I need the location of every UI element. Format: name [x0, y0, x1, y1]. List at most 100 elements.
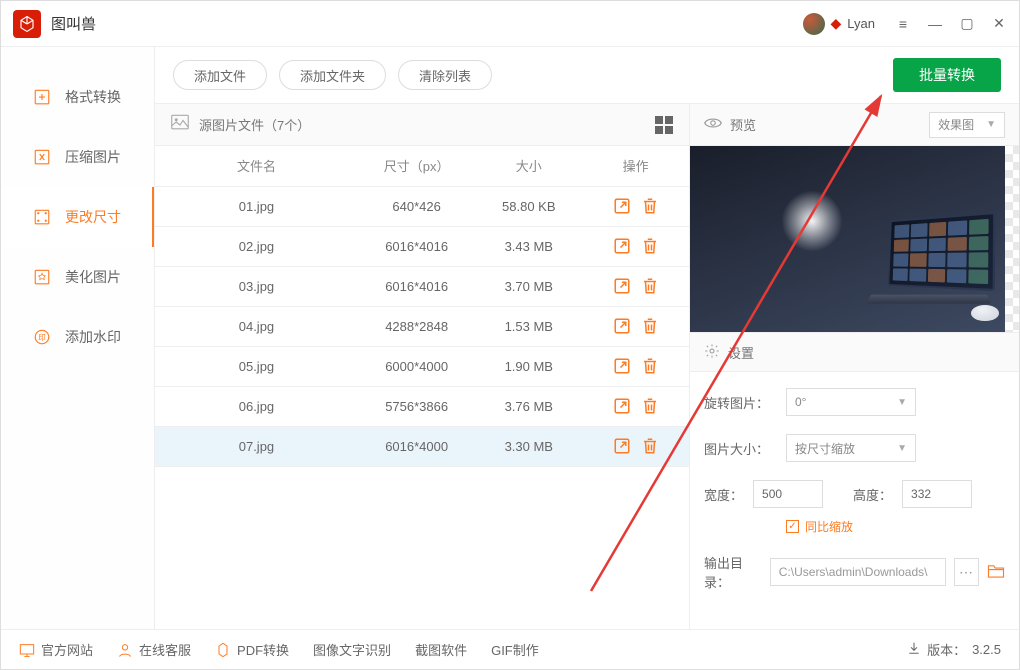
- body: 格式转换 压缩图片 更改尺寸 美化图片 印 添加水印 添加文件: [1, 47, 1019, 629]
- col-actions: 操作: [582, 146, 689, 186]
- minimize-button[interactable]: —: [927, 16, 943, 32]
- version-label: 版本：: [927, 640, 966, 659]
- delete-icon[interactable]: [641, 357, 659, 375]
- gear-icon: [704, 343, 720, 362]
- open-folder-button[interactable]: [987, 563, 1005, 582]
- cell-dimensions: 5756*3866: [358, 386, 475, 426]
- export-icon[interactable]: [613, 237, 631, 255]
- keep-ratio-checkbox[interactable]: ✓: [786, 520, 799, 533]
- cell-dimensions: 640*426: [358, 186, 475, 226]
- rotate-select[interactable]: 0° ▼: [786, 388, 916, 416]
- cell-actions: [582, 266, 689, 306]
- eye-icon: [704, 116, 722, 133]
- export-icon[interactable]: [613, 397, 631, 415]
- download-icon: [907, 641, 921, 658]
- cell-dimensions: 6016*4016: [358, 266, 475, 306]
- file-panel: 源图片文件（7个） 文件名 尺寸（px） 大小 操作 01.jpg: [155, 103, 689, 629]
- width-label: 宽度：: [704, 485, 743, 504]
- nav-label: 添加水印: [65, 327, 121, 347]
- cell-size: 3.30 MB: [475, 426, 582, 466]
- clear-list-button[interactable]: 清除列表: [398, 60, 492, 90]
- cell-size: 58.80 KB: [475, 186, 582, 226]
- cell-filename: 02.jpg: [155, 226, 358, 266]
- settings-title: 设置: [728, 343, 754, 362]
- sidebar: 格式转换 压缩图片 更改尺寸 美化图片 印 添加水印: [1, 47, 155, 629]
- keep-ratio-label: 同比缩放: [805, 518, 853, 535]
- nav-label: 更改尺寸: [65, 207, 121, 227]
- footer-support[interactable]: 在线客服: [117, 640, 191, 659]
- size-mode-label: 图片大小：: [704, 439, 776, 458]
- footer-pdf[interactable]: PDF转换: [215, 640, 289, 659]
- file-list-header: 源图片文件（7个）: [155, 104, 689, 146]
- app-window: 图叫兽 ◆ Lyan ≡ — ▢ ✕ 格式转换 压缩图片 更改尺寸: [0, 0, 1020, 670]
- delete-icon[interactable]: [641, 277, 659, 295]
- preview-mouse: [971, 305, 999, 321]
- window-controls: ≡ — ▢ ✕: [895, 16, 1007, 32]
- maximize-button[interactable]: ▢: [959, 16, 975, 32]
- col-size: 大小: [475, 146, 582, 186]
- version-area: 版本： 3.2.5: [907, 640, 1001, 659]
- footer-screenshot[interactable]: 截图软件: [415, 640, 467, 659]
- cell-actions: [582, 186, 689, 226]
- export-icon[interactable]: [613, 197, 631, 215]
- footer-official-site[interactable]: 官方网站: [19, 640, 93, 659]
- beautify-icon: [33, 268, 51, 286]
- table-row[interactable]: 03.jpg6016*40163.70 MB: [155, 266, 689, 306]
- menu-button[interactable]: ≡: [895, 16, 911, 32]
- nav-format-convert[interactable]: 格式转换: [1, 67, 154, 127]
- image-icon: [171, 114, 189, 135]
- footer-gif[interactable]: GIF制作: [491, 640, 539, 659]
- delete-icon[interactable]: [641, 437, 659, 455]
- height-label: 高度：: [853, 485, 892, 504]
- settings-header: 设置: [690, 332, 1019, 372]
- username: Lyan: [847, 16, 875, 31]
- table-row[interactable]: 06.jpg5756*38663.76 MB: [155, 386, 689, 426]
- footer-ocr[interactable]: 图像文字识别: [313, 640, 391, 659]
- preview-mode-select[interactable]: 效果图 ▼: [929, 112, 1005, 138]
- export-icon[interactable]: [613, 317, 631, 335]
- keep-ratio-row[interactable]: ✓ 同比缩放: [704, 518, 1005, 535]
- dimensions-row: 宽度： 高度：: [704, 480, 1005, 508]
- width-input[interactable]: [753, 480, 823, 508]
- output-path-input[interactable]: [770, 558, 946, 586]
- cell-filename: 04.jpg: [155, 306, 358, 346]
- nav-resize[interactable]: 更改尺寸: [1, 187, 154, 247]
- batch-convert-button[interactable]: 批量转换: [893, 58, 1001, 92]
- nav-beautify[interactable]: 美化图片: [1, 247, 154, 307]
- content: 源图片文件（7个） 文件名 尺寸（px） 大小 操作 01.jpg: [155, 103, 1019, 629]
- add-file-button[interactable]: 添加文件: [173, 60, 267, 90]
- table-row[interactable]: 05.jpg6000*40001.90 MB: [155, 346, 689, 386]
- format-icon: [33, 88, 51, 106]
- cell-size: 3.76 MB: [475, 386, 582, 426]
- table-row[interactable]: 01.jpg640*42658.80 KB: [155, 186, 689, 226]
- nav-watermark[interactable]: 印 添加水印: [1, 307, 154, 367]
- delete-icon[interactable]: [641, 317, 659, 335]
- delete-icon[interactable]: [641, 397, 659, 415]
- cell-dimensions: 4288*2848: [358, 306, 475, 346]
- height-input[interactable]: [902, 480, 972, 508]
- cell-dimensions: 6016*4000: [358, 426, 475, 466]
- table-row[interactable]: 02.jpg6016*40163.43 MB: [155, 226, 689, 266]
- preview-lamp-glow: [782, 191, 842, 251]
- export-icon[interactable]: [613, 357, 631, 375]
- nav-compress[interactable]: 压缩图片: [1, 127, 154, 187]
- rotate-label: 旋转图片：: [704, 393, 776, 412]
- user-area[interactable]: ◆ Lyan: [803, 13, 876, 35]
- grid-view-icon[interactable]: [655, 116, 673, 134]
- export-icon[interactable]: [613, 437, 631, 455]
- add-folder-button[interactable]: 添加文件夹: [279, 60, 386, 90]
- output-more-button[interactable]: ⋯: [954, 558, 979, 586]
- table-row[interactable]: 07.jpg6016*40003.30 MB: [155, 426, 689, 466]
- watermark-icon: 印: [33, 328, 51, 346]
- caret-down-icon: ▼: [897, 443, 907, 454]
- delete-icon[interactable]: [641, 197, 659, 215]
- preview-image: [690, 146, 1019, 332]
- export-icon[interactable]: [613, 277, 631, 295]
- preview-laptop-screen: [887, 212, 995, 291]
- size-mode-select[interactable]: 按尺寸缩放 ▼: [786, 434, 916, 462]
- delete-icon[interactable]: [641, 237, 659, 255]
- cell-actions: [582, 386, 689, 426]
- close-button[interactable]: ✕: [991, 16, 1007, 32]
- table-row[interactable]: 04.jpg4288*28481.53 MB: [155, 306, 689, 346]
- preview-laptop: [867, 216, 993, 306]
